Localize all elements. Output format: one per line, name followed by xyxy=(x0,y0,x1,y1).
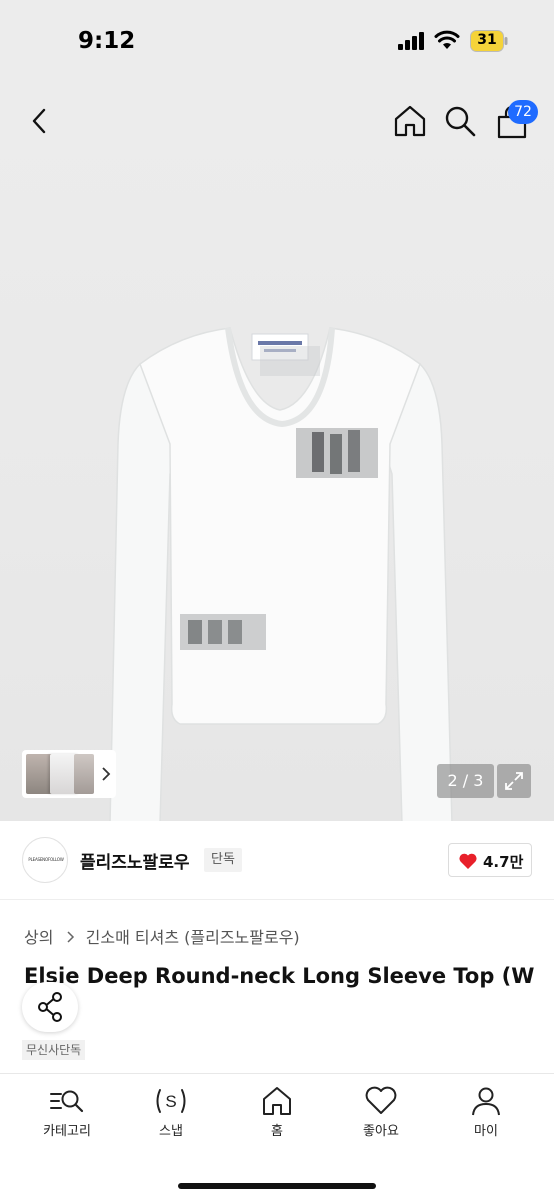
page-indicator: 2 / 3 xyxy=(437,764,494,798)
product-photo xyxy=(109,327,453,821)
snap-icon: S xyxy=(156,1089,186,1113)
breadcrumb-item[interactable]: 긴소매 티셔츠 (플리즈노팔로우) xyxy=(86,928,300,947)
heart-filled-icon xyxy=(459,853,477,869)
svg-text:S: S xyxy=(165,1092,176,1111)
chevron-right-icon[interactable] xyxy=(100,764,112,784)
share-button[interactable] xyxy=(22,982,78,1032)
signal-icon xyxy=(398,32,424,50)
tab-label: 좋아요 xyxy=(363,1124,399,1139)
search-icon[interactable] xyxy=(443,104,477,138)
expand-icon xyxy=(505,772,523,790)
tab-category[interactable]: 카테고리 xyxy=(17,1086,117,1146)
musinsa-exclusive-badge: 무신사단독 xyxy=(22,1040,86,1060)
exclusive-tag: 단독 xyxy=(204,848,242,872)
share-icon xyxy=(38,992,62,1022)
product-title: Elsie Deep Round-neck Long Sleeve Top (W xyxy=(24,964,535,988)
home-icon[interactable] xyxy=(392,104,428,138)
tab-label: 마이 xyxy=(474,1124,498,1139)
heart-icon xyxy=(365,1086,397,1114)
wifi-icon xyxy=(434,30,460,49)
expand-button[interactable] xyxy=(497,764,531,798)
brand-name[interactable]: 플리즈노팔로우 xyxy=(80,848,189,873)
tab-home[interactable]: 홈 xyxy=(227,1086,327,1146)
thumbnail-3[interactable] xyxy=(74,754,94,794)
home-icon xyxy=(263,1087,291,1115)
tab-label: 카테고리 xyxy=(43,1124,91,1139)
status-bar: 9:12 31 xyxy=(0,0,554,84)
home-indicator xyxy=(178,1183,376,1189)
tab-label: 홈 xyxy=(271,1124,283,1139)
like-button[interactable]: 4.7만 xyxy=(448,843,532,877)
breadcrumb: 상의 긴소매 티셔츠 (플리즈노팔로우) xyxy=(24,924,300,948)
brand-logo-text: PLEASENOFOLLOW xyxy=(28,857,64,862)
person-icon xyxy=(472,1087,500,1116)
status-time: 9:12 xyxy=(78,28,136,54)
tab-label: 스냅 xyxy=(159,1124,183,1139)
brand-logo[interactable]: PLEASENOFOLLOW xyxy=(22,837,68,883)
tab-my[interactable]: 마이 xyxy=(436,1086,536,1146)
chevron-right-icon xyxy=(67,931,74,943)
like-count: 4.7만 xyxy=(483,853,524,871)
tab-snap[interactable]: S 스냅 xyxy=(121,1086,221,1146)
bottom-tab-bar: 카테고리 S 스냅 홈 좋아요 마이 xyxy=(0,1073,554,1200)
tab-likes[interactable]: 좋아요 xyxy=(331,1086,431,1146)
battery-icon: 31 xyxy=(470,30,508,52)
category-search-icon xyxy=(50,1090,84,1113)
brand-row[interactable]: PLEASENOFOLLOW 플리즈노팔로우 단독 4.7만 xyxy=(0,822,554,900)
product-image-area[interactable]: 2 / 3 xyxy=(0,84,554,821)
cart-count-badge: 72 xyxy=(508,100,538,124)
battery-level: 31 xyxy=(477,32,497,48)
top-nav xyxy=(0,90,554,150)
thumbnail-strip[interactable] xyxy=(22,750,116,798)
back-icon[interactable] xyxy=(26,106,54,136)
breadcrumb-item[interactable]: 상의 xyxy=(24,928,53,947)
